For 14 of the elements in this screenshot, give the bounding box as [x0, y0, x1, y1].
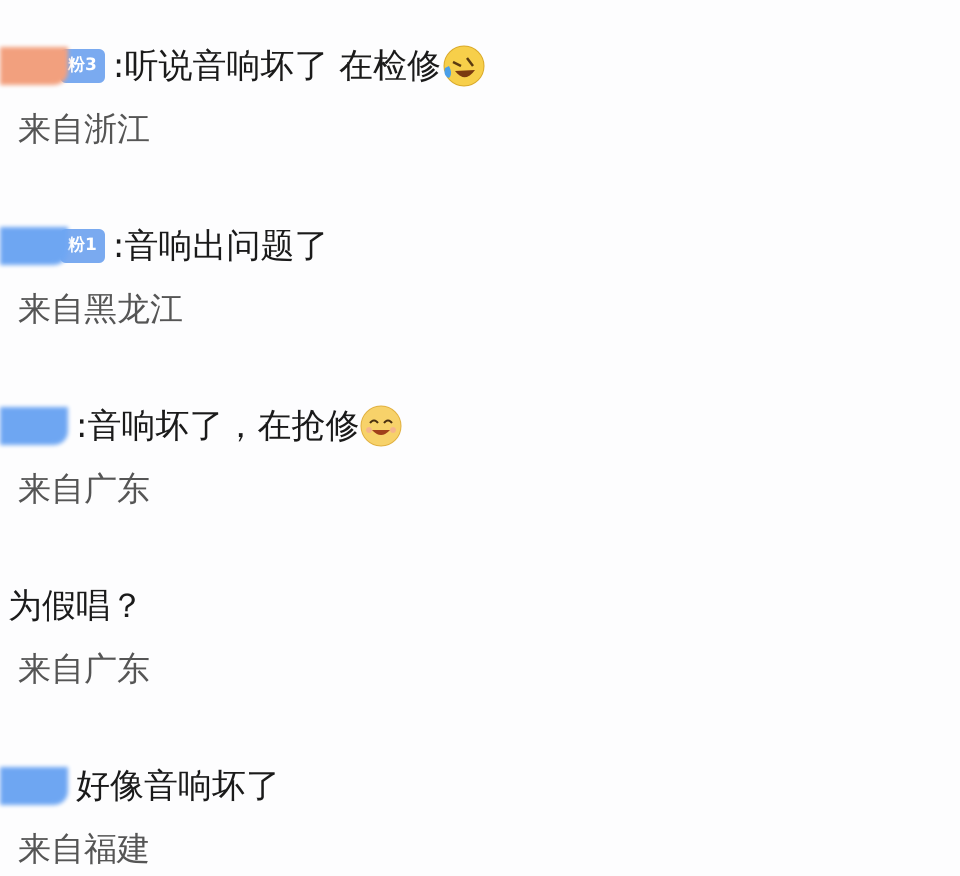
fan-level-badge: 粉1 [60, 229, 105, 263]
comment-text: 好像音响坏了 [76, 764, 280, 808]
laughing-tears-emoji-icon [441, 44, 486, 88]
location-text: 来自福建 [17, 828, 151, 870]
fan-level-badge: 粉3 [60, 49, 105, 83]
comment-text: 为假唱？ [8, 584, 144, 628]
location-text: 来自广东 [17, 648, 151, 690]
comment-text: :音响坏了，在抢修 [76, 404, 360, 448]
smile-emoji-icon [359, 404, 404, 448]
location-text: 来自黑龙江 [17, 288, 184, 330]
comment-text: :听说音响坏了 在检修 [112, 44, 442, 88]
location-text: 来自广东 [17, 468, 151, 510]
location-text: 来自浙江 [17, 108, 151, 150]
comment-text: :音响出问题了 [112, 224, 328, 268]
